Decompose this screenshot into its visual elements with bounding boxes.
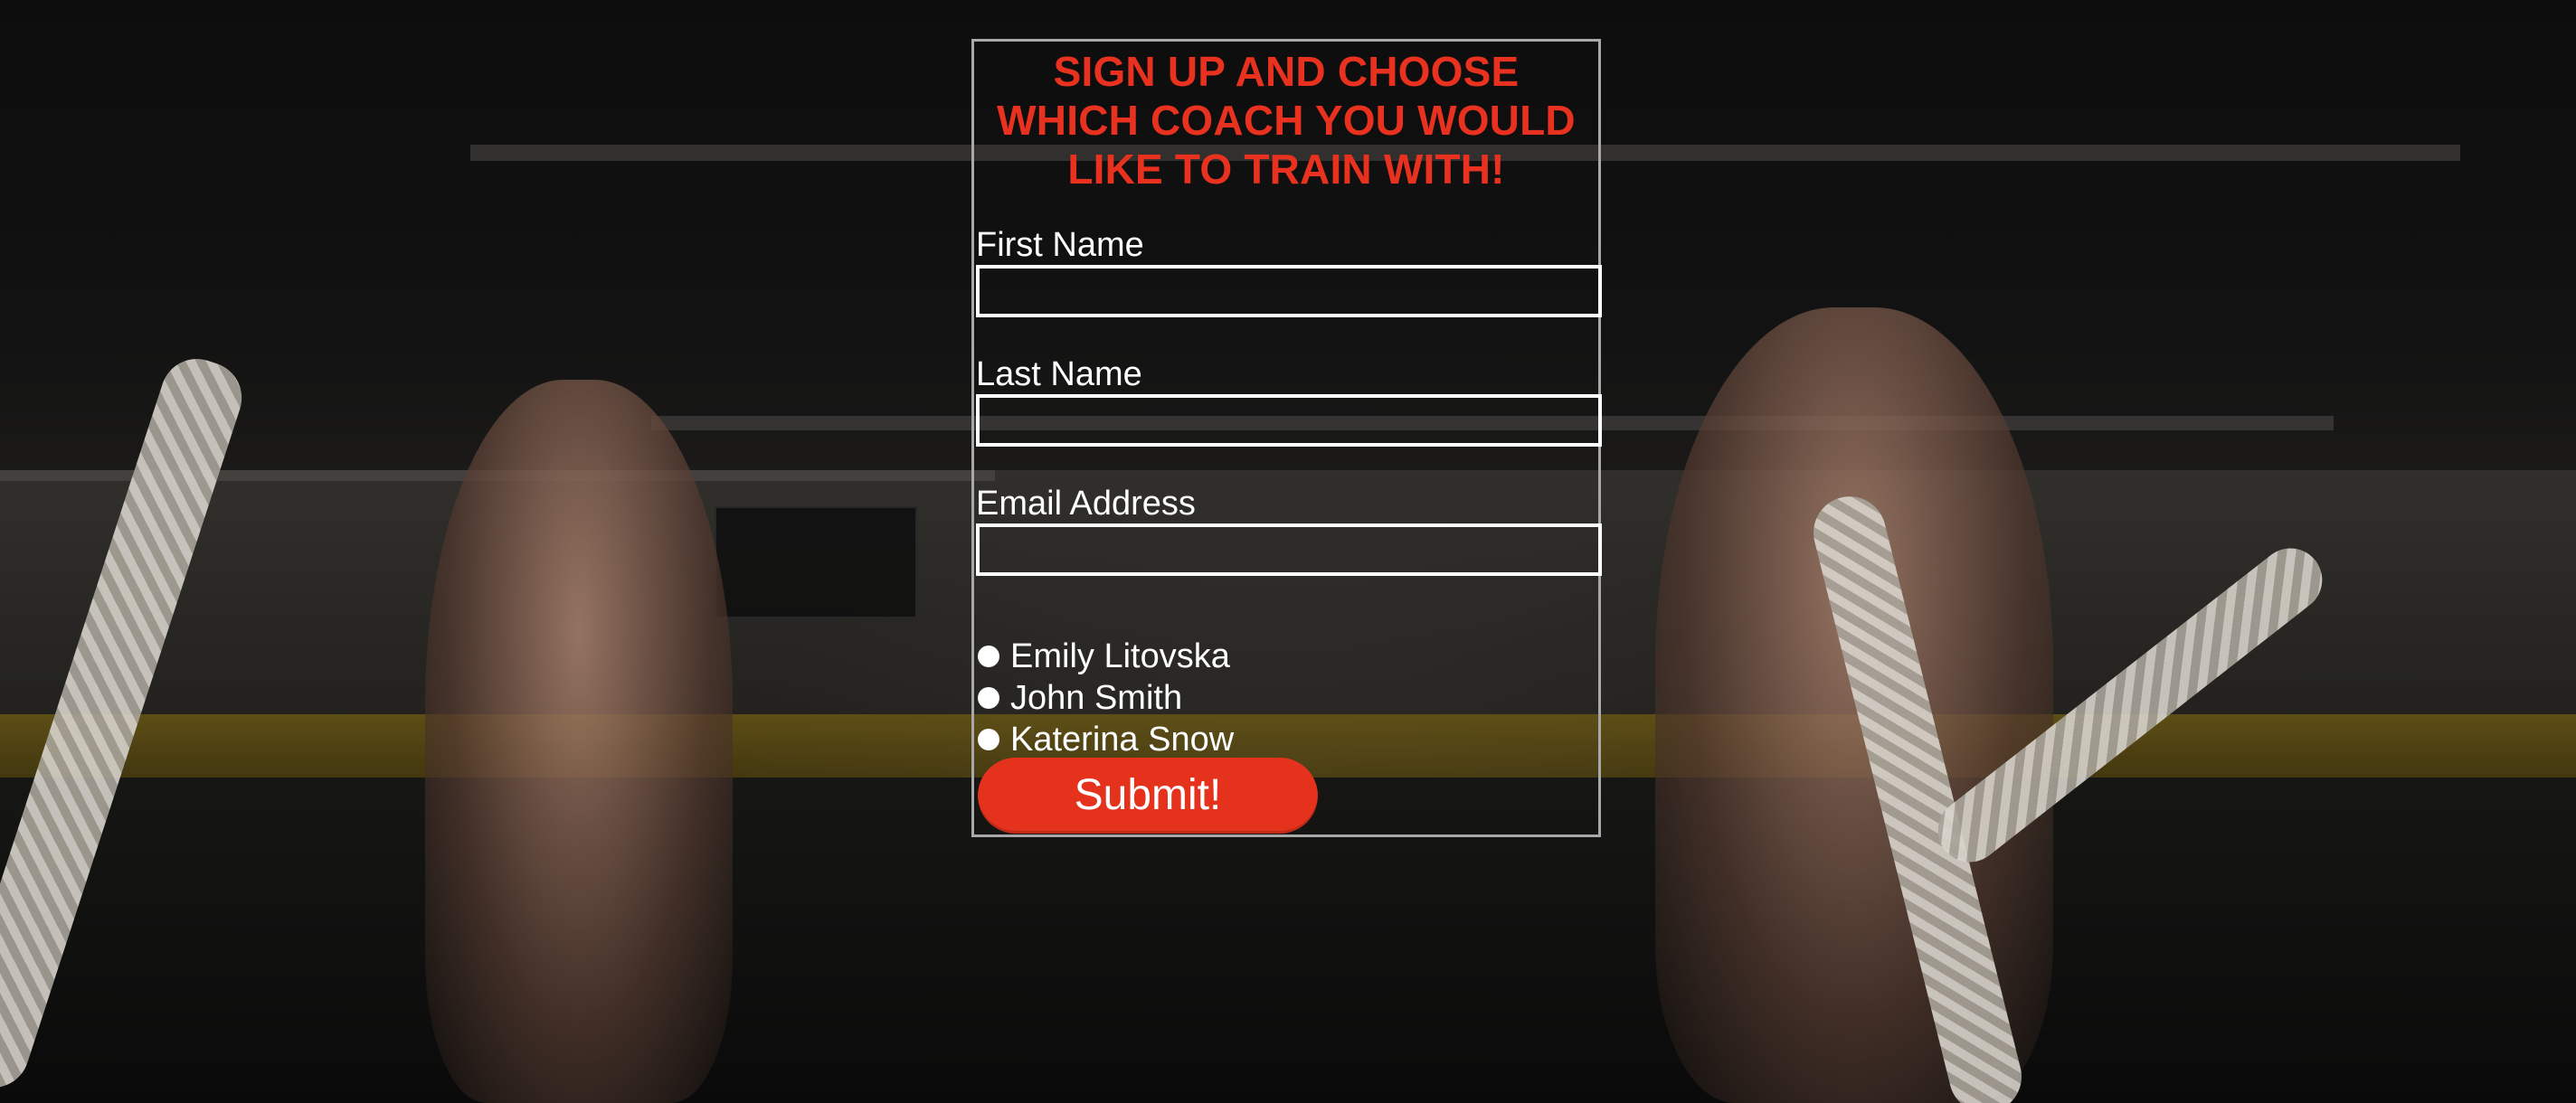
signup-form: SIGN UP AND CHOOSE WHICH COACH YOU WOULD… [971, 39, 1602, 837]
coach-radio-group: Emily Litovska John Smith Katerina Snow [974, 636, 1234, 760]
last-name-label: Last Name [976, 355, 1142, 393]
coach-option-katerina[interactable]: Katerina Snow [978, 719, 1234, 760]
athlete-left [425, 380, 733, 1103]
radio-button[interactable] [978, 646, 999, 667]
email-input[interactable] [976, 523, 1602, 576]
last-name-group: Last Name [974, 354, 1602, 447]
radio-button[interactable] [978, 729, 999, 750]
coach-option-john[interactable]: John Smith [978, 677, 1234, 719]
email-label: Email Address [976, 485, 1196, 523]
first-name-group: First Name [974, 225, 1602, 317]
coach-option-label: Katerina Snow [1010, 721, 1235, 759]
last-name-input[interactable] [976, 394, 1602, 447]
coach-option-label: Emily Litovska [1010, 637, 1230, 675]
form-title: SIGN UP AND CHOOSE WHICH COACH YOU WOULD… [997, 48, 1576, 193]
first-name-input[interactable] [976, 265, 1602, 317]
submit-button[interactable]: Submit! [978, 758, 1318, 834]
first-name-label: First Name [976, 226, 1144, 264]
coach-option-label: John Smith [1010, 679, 1183, 717]
radio-button[interactable] [978, 687, 999, 709]
wall-sign [715, 506, 917, 618]
coach-option-emily[interactable]: Emily Litovska [978, 636, 1234, 677]
email-group: Email Address [974, 484, 1602, 576]
